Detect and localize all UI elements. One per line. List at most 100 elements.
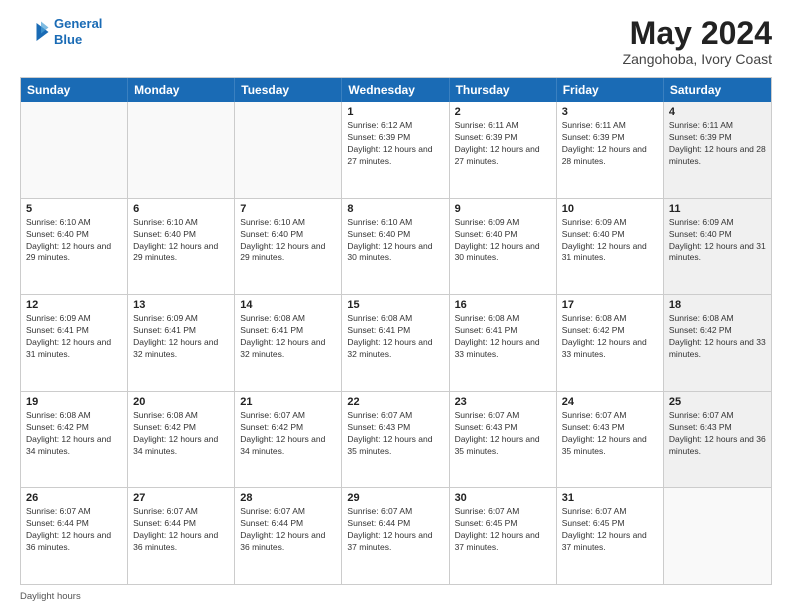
day-number: 26 [26,492,122,504]
day-number: 1 [347,106,443,118]
calendar: SundayMondayTuesdayWednesdayThursdayFrid… [20,77,772,585]
cal-day-4: 4Sunrise: 6:11 AMSunset: 6:39 PMDaylight… [664,102,771,198]
day-number: 30 [455,492,551,504]
cal-header-day-thursday: Thursday [450,78,557,102]
day-number: 25 [669,396,766,408]
cal-header-day-saturday: Saturday [664,78,771,102]
title-block: May 2024 Zangohoba, Ivory Coast [623,16,772,67]
cal-week-4: 19 Sunrise: 6:08 AMSunset: 6:42 PMDayligh… [21,392,771,489]
cal-day-empty [21,102,128,198]
day-number: 23 [455,396,551,408]
day-info: Sunrise: 6:12 AMSunset: 6:39 PMDaylight:… [347,120,443,168]
cal-day-12: 12Sunrise: 6:09 AMSunset: 6:41 PMDayligh… [21,295,128,391]
day-number: 31 [562,492,658,504]
calendar-body: 1 Sunrise: 6:12 AMSunset: 6:39 PMDaylight… [21,102,771,584]
day-number: 5 [26,203,122,215]
cal-day-25: 25Sunrise: 6:07 AMSunset: 6:43 PMDayligh… [664,392,771,488]
calendar-header: SundayMondayTuesdayWednesdayThursdayFrid… [21,78,771,102]
day-info: Sunrise: 6:08 AMSunset: 6:41 PMDaylight:… [347,313,443,361]
cal-header-day-monday: Monday [128,78,235,102]
day-info: Sunrise: 6:09 AMSunset: 6:41 PMDaylight:… [133,313,229,361]
cal-day-5: 5 Sunrise: 6:10 AMSunset: 6:40 PMDaylight… [21,199,128,295]
cal-day-26: 26 Sunrise: 6:07 AMSunset: 6:44 PMDayligh… [21,488,128,584]
cal-day-2: 2 Sunrise: 6:11 AMSunset: 6:39 PMDaylight… [450,102,557,198]
day-number: 9 [455,203,551,215]
day-number: 24 [562,396,658,408]
day-number: 10 [562,203,658,215]
day-info: Sunrise: 6:08 AMSunset: 6:42 PMDaylight:… [133,410,229,458]
day-info: Sunrise: 6:09 AMSunset: 6:40 PMDaylight:… [562,217,658,265]
cal-day-15: 15 Sunrise: 6:08 AMSunset: 6:41 PMDayligh… [342,295,449,391]
day-number: 4 [669,106,766,118]
day-number: 3 [562,106,658,118]
cal-day-22: 22Sunrise: 6:07 AMSunset: 6:43 PMDayligh… [342,392,449,488]
subtitle: Zangohoba, Ivory Coast [623,51,772,67]
day-number: 21 [240,396,336,408]
cal-week-5: 26 Sunrise: 6:07 AMSunset: 6:44 PMDayligh… [21,488,771,584]
day-info: Sunrise: 6:10 AMSunset: 6:40 PMDaylight:… [347,217,443,265]
day-info: Sunrise: 6:08 AMSunset: 6:42 PMDaylight:… [26,410,122,458]
day-number: 7 [240,203,336,215]
logo-line1: General [54,16,102,31]
day-number: 2 [455,106,551,118]
day-info: Sunrise: 6:10 AMSunset: 6:40 PMDaylight:… [133,217,229,265]
logo-icon [20,17,50,47]
cal-header-day-sunday: Sunday [21,78,128,102]
day-number: 17 [562,299,658,311]
cal-day-7: 7Sunrise: 6:10 AMSunset: 6:40 PMDaylight… [235,199,342,295]
day-number: 20 [133,396,229,408]
day-number: 6 [133,203,229,215]
day-number: 14 [240,299,336,311]
cal-day-1: 1 Sunrise: 6:12 AMSunset: 6:39 PMDaylight… [342,102,449,198]
logo: General Blue [20,16,102,47]
cal-day-9: 9Sunrise: 6:09 AMSunset: 6:40 PMDaylight… [450,199,557,295]
cal-day-empty [128,102,235,198]
day-info: Sunrise: 6:10 AMSunset: 6:40 PMDaylight:… [26,217,122,265]
day-info: Sunrise: 6:09 AMSunset: 6:40 PMDaylight:… [669,217,766,265]
cal-day-23: 23 Sunrise: 6:07 AMSunset: 6:43 PMDayligh… [450,392,557,488]
cal-day-31: 31 Sunrise: 6:07 AMSunset: 6:45 PMDayligh… [557,488,664,584]
footer-note: Daylight hours [20,591,81,602]
day-info: Sunrise: 6:07 AMSunset: 6:43 PMDaylight:… [347,410,443,458]
cal-day-17: 17 Sunrise: 6:08 AMSunset: 6:42 PMDayligh… [557,295,664,391]
day-number: 28 [240,492,336,504]
page: General Blue May 2024 Zangohoba, Ivory C… [0,0,792,612]
day-info: Sunrise: 6:07 AMSunset: 6:43 PMDaylight:… [562,410,658,458]
footer: Daylight hours [20,591,772,602]
day-number: 16 [455,299,551,311]
day-info: Sunrise: 6:08 AMSunset: 6:42 PMDaylight:… [669,313,766,361]
cal-week-2: 5 Sunrise: 6:10 AMSunset: 6:40 PMDaylight… [21,199,771,296]
cal-day-10: 10 Sunrise: 6:09 AMSunset: 6:40 PMDayligh… [557,199,664,295]
cal-header-day-wednesday: Wednesday [342,78,449,102]
cal-day-29: 29Sunrise: 6:07 AMSunset: 6:44 PMDayligh… [342,488,449,584]
cal-day-3: 3 Sunrise: 6:11 AMSunset: 6:39 PMDaylight… [557,102,664,198]
day-number: 13 [133,299,229,311]
cal-day-19: 19 Sunrise: 6:08 AMSunset: 6:42 PMDayligh… [21,392,128,488]
cal-day-8: 8Sunrise: 6:10 AMSunset: 6:40 PMDaylight… [342,199,449,295]
day-info: Sunrise: 6:08 AMSunset: 6:41 PMDaylight:… [455,313,551,361]
cal-day-empty [664,488,771,584]
day-info: Sunrise: 6:07 AMSunset: 6:45 PMDaylight:… [562,506,658,554]
day-number: 11 [669,203,766,215]
day-info: Sunrise: 6:07 AMSunset: 6:44 PMDaylight:… [26,506,122,554]
day-info: Sunrise: 6:09 AMSunset: 6:41 PMDaylight:… [26,313,122,361]
cal-day-empty [235,102,342,198]
day-number: 18 [669,299,766,311]
day-number: 19 [26,396,122,408]
day-info: Sunrise: 6:08 AMSunset: 6:42 PMDaylight:… [562,313,658,361]
day-info: Sunrise: 6:11 AMSunset: 6:39 PMDaylight:… [455,120,551,168]
day-info: Sunrise: 6:07 AMSunset: 6:44 PMDaylight:… [347,506,443,554]
day-info: Sunrise: 6:07 AMSunset: 6:42 PMDaylight:… [240,410,336,458]
day-info: Sunrise: 6:07 AMSunset: 6:44 PMDaylight:… [133,506,229,554]
day-info: Sunrise: 6:07 AMSunset: 6:43 PMDaylight:… [455,410,551,458]
day-info: Sunrise: 6:11 AMSunset: 6:39 PMDaylight:… [562,120,658,168]
day-info: Sunrise: 6:07 AMSunset: 6:44 PMDaylight:… [240,506,336,554]
cal-day-21: 21 Sunrise: 6:07 AMSunset: 6:42 PMDayligh… [235,392,342,488]
cal-day-27: 27 Sunrise: 6:07 AMSunset: 6:44 PMDayligh… [128,488,235,584]
day-number: 27 [133,492,229,504]
cal-header-day-friday: Friday [557,78,664,102]
logo-line2: Blue [54,32,82,47]
day-info: Sunrise: 6:07 AMSunset: 6:45 PMDaylight:… [455,506,551,554]
day-number: 15 [347,299,443,311]
cal-day-11: 11 Sunrise: 6:09 AMSunset: 6:40 PMDayligh… [664,199,771,295]
